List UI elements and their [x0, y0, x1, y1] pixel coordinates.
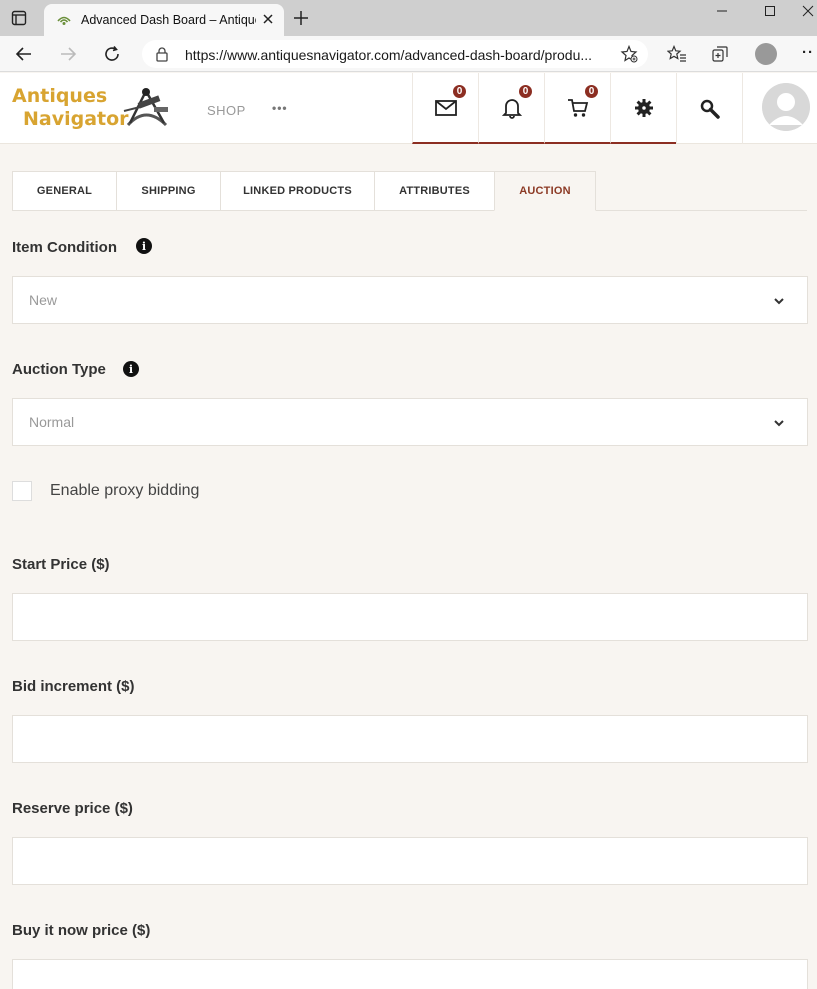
notifications-badge: 0: [517, 83, 534, 100]
site-favicon-icon: [56, 12, 72, 28]
bell-icon: [501, 98, 522, 119]
auction-type-label: Auction Type: [12, 361, 106, 378]
user-avatar[interactable]: [762, 83, 810, 131]
cart-icon: [567, 98, 588, 117]
close-tab-icon[interactable]: [259, 10, 277, 28]
minimize-icon[interactable]: [704, 0, 740, 22]
search-icon: [700, 99, 720, 119]
item-condition-value: New: [29, 292, 58, 308]
url-field[interactable]: https://www.antiquesnavigator.com/advanc…: [142, 40, 648, 68]
gear-icon: [634, 98, 653, 117]
nav-shop-link[interactable]: SHOP: [207, 103, 246, 118]
tab-auction[interactable]: AUCTION: [494, 171, 596, 211]
nav-more-icon[interactable]: •••: [272, 101, 288, 115]
tab-shipping[interactable]: SHIPPING: [116, 171, 220, 211]
close-window-icon[interactable]: [790, 0, 817, 22]
site-logo[interactable]: Antiques Navigator: [12, 85, 129, 131]
reserve-price-input[interactable]: [12, 837, 808, 885]
settings-button[interactable]: [610, 73, 676, 144]
auction-type-select[interactable]: Normal: [12, 398, 808, 446]
bid-increment-label: Bid increment ($): [12, 678, 135, 695]
forward-arrow-icon[interactable]: [56, 42, 80, 66]
start-price-input[interactable]: [12, 593, 808, 641]
reserve-price-label: Reserve price ($): [12, 800, 133, 817]
new-tab-icon[interactable]: [290, 7, 312, 29]
envelope-icon: [434, 99, 457, 116]
tab-linked-products[interactable]: LINKED PRODUCTS: [220, 171, 374, 211]
buy-now-price-label: Buy it now price ($): [12, 922, 151, 939]
product-tabs: GENERAL SHIPPING LINKED PRODUCTS ATTRIBU…: [12, 171, 596, 211]
buy-now-price-input[interactable]: [12, 959, 808, 989]
tab-attributes[interactable]: ATTRIBUTES: [374, 171, 494, 211]
tab-title: Advanced Dash Board – Antiques Navigator: [81, 13, 256, 27]
cart-button[interactable]: 0: [544, 73, 610, 144]
start-price-label: Start Price ($): [12, 556, 110, 573]
favorites-icon[interactable]: [666, 43, 688, 65]
messages-button[interactable]: 0: [412, 73, 478, 144]
proxy-bidding-checkbox[interactable]: [12, 481, 32, 501]
profile-avatar[interactable]: [755, 43, 777, 65]
refresh-icon[interactable]: [100, 42, 124, 66]
item-condition-label: Item Condition: [12, 239, 117, 256]
tab-actions-icon[interactable]: [10, 9, 28, 27]
item-condition-select[interactable]: New: [12, 276, 808, 324]
browser-address-bar: https://www.antiquesnavigator.com/advanc…: [0, 36, 817, 72]
lock-icon[interactable]: [154, 46, 170, 62]
chevron-down-icon: [774, 298, 784, 305]
search-button[interactable]: [676, 73, 742, 144]
cart-badge: 0: [583, 83, 600, 100]
tab-divider: [596, 210, 807, 211]
back-arrow-icon[interactable]: [12, 42, 36, 66]
site-header: Antiques Navigator SHOP ••• 0 0 0: [0, 73, 817, 144]
chevron-down-icon: [774, 420, 784, 427]
url-text: https://www.antiquesnavigator.com/advanc…: [185, 47, 593, 63]
info-icon[interactable]: i: [136, 238, 152, 254]
browser-tab[interactable]: Advanced Dash Board – Antiques Navigator: [44, 4, 284, 36]
bid-increment-input[interactable]: [12, 715, 808, 763]
collections-icon[interactable]: [709, 43, 731, 65]
auction-type-value: Normal: [29, 414, 75, 430]
logo-line-2: Navigator: [23, 108, 129, 130]
browser-menu-icon[interactable]: ··: [802, 44, 814, 61]
add-favorite-icon[interactable]: [620, 44, 638, 63]
info-icon[interactable]: i: [123, 361, 139, 377]
sextant-logo-icon: [120, 85, 172, 129]
logo-line-1: Antiques: [12, 85, 108, 107]
maximize-icon[interactable]: [752, 0, 788, 22]
notifications-button[interactable]: 0: [478, 73, 544, 144]
tab-general[interactable]: GENERAL: [12, 171, 116, 211]
messages-badge: 0: [451, 83, 468, 100]
browser-tab-bar: Advanced Dash Board – Antiques Navigator: [0, 0, 817, 36]
proxy-bidding-label[interactable]: Enable proxy bidding: [50, 482, 199, 500]
